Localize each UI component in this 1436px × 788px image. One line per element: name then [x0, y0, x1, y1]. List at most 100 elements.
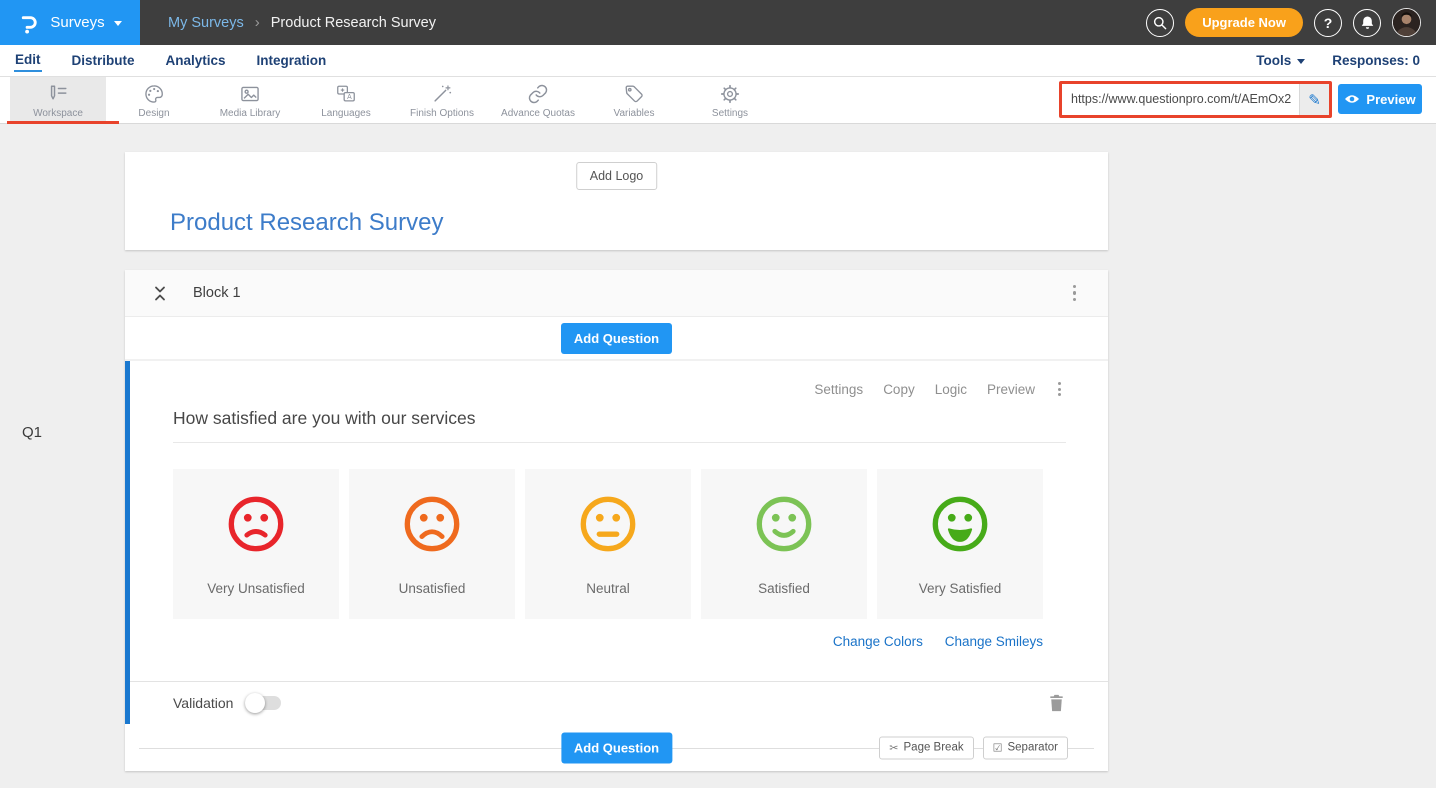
- question-preview-link[interactable]: Preview: [987, 382, 1035, 397]
- breadcrumb-my-surveys[interactable]: My Surveys: [168, 15, 244, 31]
- page-break-button[interactable]: ✂ Page Break: [879, 736, 973, 759]
- option-label: Satisfied: [758, 581, 810, 596]
- breadcrumb: My Surveys › Product Research Survey: [168, 14, 436, 31]
- option-neutral[interactable]: Neutral: [525, 469, 691, 619]
- question-card: Settings Copy Logic Preview How satisfie…: [125, 361, 1108, 724]
- design-label: Design: [138, 108, 169, 119]
- neutral-smiley-icon: [577, 493, 639, 560]
- responses-count[interactable]: Responses: 0: [1332, 53, 1420, 68]
- breadcrumb-separator: ›: [255, 14, 260, 31]
- question-settings-link[interactable]: Settings: [814, 382, 863, 397]
- survey-title[interactable]: Product Research Survey: [170, 209, 443, 237]
- toolbar-item-design[interactable]: Design: [106, 77, 202, 123]
- change-colors-link[interactable]: Change Colors: [833, 634, 923, 649]
- block-card: Block 1 Add Question Settings Copy Logic…: [125, 270, 1108, 771]
- topbar-actions: Upgrade Now ?: [1146, 8, 1436, 37]
- survey-url-highlight: https://www.questionpro.com/t/AEmOx2 ✎: [1059, 81, 1332, 118]
- media-library-label: Media Library: [220, 108, 281, 119]
- add-question-button-bottom[interactable]: Add Question: [561, 732, 672, 763]
- preview-button[interactable]: Preview: [1338, 84, 1422, 114]
- block-footer-row: Add Question ✂ Page Break ☑ Separator: [125, 724, 1108, 771]
- upgrade-now-button[interactable]: Upgrade Now: [1185, 8, 1303, 37]
- survey-url-field[interactable]: https://www.questionpro.com/t/AEmOx2: [1062, 84, 1299, 115]
- option-very-satisfied[interactable]: Very Satisfied: [877, 469, 1043, 619]
- app-menu-label: Surveys: [50, 14, 104, 31]
- question-mark-icon: ?: [1324, 15, 1333, 31]
- block-menu-button[interactable]: [1069, 281, 1081, 306]
- smiley-scale: Very Unsatisfied Unsatisfied: [173, 469, 1108, 619]
- question-text[interactable]: How satisfied are you with our services: [173, 408, 1066, 443]
- notifications-button[interactable]: [1353, 9, 1381, 37]
- magic-wand-icon: [431, 84, 453, 105]
- toolbar-item-finish-options[interactable]: Finish Options: [394, 77, 490, 123]
- validation-toggle[interactable]: [245, 696, 281, 710]
- option-satisfied[interactable]: Satisfied: [701, 469, 867, 619]
- unsatisfied-smiley-icon: [401, 493, 463, 560]
- validation-row: Validation: [130, 681, 1108, 724]
- toolbar-item-variables[interactable]: Variables: [586, 77, 682, 123]
- question-menu-button[interactable]: [1055, 379, 1064, 399]
- tab-edit[interactable]: Edit: [14, 49, 42, 72]
- gear-icon: [719, 84, 741, 105]
- toolbar-item-languages[interactable]: A Languages: [298, 77, 394, 123]
- option-very-unsatisfied[interactable]: Very Unsatisfied: [173, 469, 339, 619]
- option-label: Unsatisfied: [399, 581, 466, 596]
- collapse-icon: [153, 285, 167, 302]
- languages-label: Languages: [321, 108, 371, 119]
- toolbar-item-media-library[interactable]: Media Library: [202, 77, 298, 123]
- survey-nav-bar: Edit Distribute Analytics Integration To…: [0, 45, 1436, 77]
- delete-question-button[interactable]: [1049, 694, 1064, 712]
- tab-distribute[interactable]: Distribute: [71, 50, 136, 71]
- collapse-block-button[interactable]: [153, 285, 167, 302]
- footer-insert-buttons: ✂ Page Break ☑ Separator: [879, 736, 1068, 759]
- very-satisfied-smiley-icon: [929, 493, 991, 560]
- tab-integration[interactable]: Integration: [256, 50, 328, 71]
- option-unsatisfied[interactable]: Unsatisfied: [349, 469, 515, 619]
- toolbar-item-advance-quotas[interactable]: Advance Quotas: [490, 77, 586, 123]
- toolbar-item-settings[interactable]: Settings: [682, 77, 778, 123]
- question-logic-link[interactable]: Logic: [935, 382, 967, 397]
- block-title[interactable]: Block 1: [193, 285, 241, 301]
- survey-header-card: Add Logo Product Research Survey: [125, 152, 1108, 250]
- workspace-canvas: Q1 Add Logo Product Research Survey Bloc…: [0, 124, 1436, 788]
- languages-translate-icon: A: [335, 84, 357, 105]
- page-break-icon: ✂: [889, 741, 898, 754]
- chevron-down-icon: [1297, 59, 1305, 64]
- questionpro-logo-icon: [18, 11, 41, 35]
- add-question-button-top[interactable]: Add Question: [561, 323, 672, 354]
- option-label: Very Satisfied: [919, 581, 1002, 596]
- change-smileys-link[interactable]: Change Smileys: [945, 634, 1043, 649]
- page-break-label: Page Break: [904, 742, 964, 754]
- advance-quotas-label: Advance Quotas: [501, 108, 575, 119]
- preview-label: Preview: [1366, 92, 1415, 107]
- edit-url-button[interactable]: ✎: [1299, 84, 1329, 115]
- chain-link-icon: [527, 84, 549, 105]
- chevron-down-icon: [114, 21, 122, 26]
- tools-label: Tools: [1256, 53, 1291, 68]
- top-bar: Surveys My Surveys › Product Research Su…: [0, 0, 1436, 45]
- toggle-knob: [245, 693, 265, 713]
- separator-button[interactable]: ☑ Separator: [983, 736, 1068, 759]
- search-button[interactable]: [1146, 9, 1174, 37]
- very-unsatisfied-smiley-icon: [225, 493, 287, 560]
- option-label: Very Unsatisfied: [207, 581, 305, 596]
- svg-text:A: A: [347, 94, 352, 101]
- block-header: Block 1: [125, 270, 1108, 317]
- question-copy-link[interactable]: Copy: [883, 382, 915, 397]
- eye-icon: [1344, 93, 1360, 105]
- option-label: Neutral: [586, 581, 630, 596]
- settings-label: Settings: [712, 108, 748, 119]
- user-avatar[interactable]: [1392, 8, 1421, 37]
- search-icon: [1152, 15, 1168, 31]
- tools-menu[interactable]: Tools: [1256, 53, 1305, 68]
- add-logo-button[interactable]: Add Logo: [576, 162, 658, 190]
- question-number-label: Q1: [22, 424, 42, 441]
- tab-analytics[interactable]: Analytics: [165, 50, 227, 71]
- tag-icon: [623, 84, 645, 105]
- toolbar-item-workspace[interactable]: Workspace: [10, 77, 106, 123]
- media-library-icon: [239, 84, 261, 105]
- help-button[interactable]: ?: [1314, 9, 1342, 37]
- design-palette-icon: [143, 84, 165, 105]
- pencil-icon: ✎: [1308, 91, 1321, 109]
- surveys-app-menu[interactable]: Surveys: [0, 0, 140, 45]
